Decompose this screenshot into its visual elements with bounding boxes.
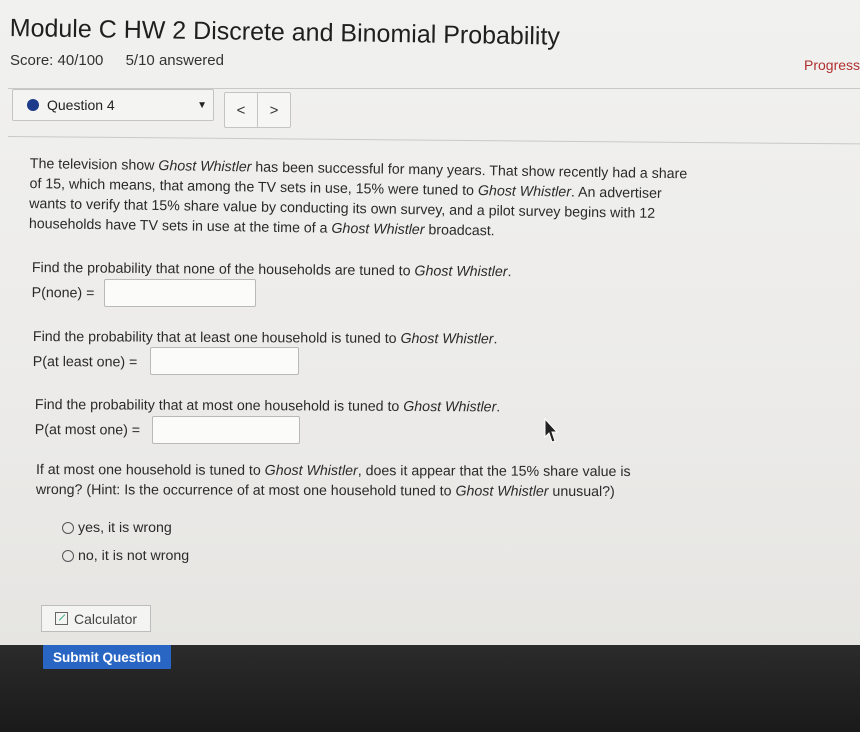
answered-text: 5/10 answered <box>125 52 224 69</box>
score-line: Score: 40/100 5/10 answered <box>10 52 242 69</box>
calculator-icon <box>54 612 68 625</box>
problem-statement: The television show Ghost Whistler has b… <box>28 155 688 240</box>
next-question-button[interactable]: > <box>257 93 290 127</box>
show-name: Ghost Whistler <box>331 220 425 239</box>
radio-icon[interactable] <box>62 522 74 534</box>
radio-option-no[interactable]: no, it is not wrong <box>62 548 189 564</box>
p-at-most-one-input[interactable] <box>152 416 300 444</box>
part-prompt: Find the probability that none of the ho… <box>31 260 512 281</box>
score-text: Score: 40/100 <box>10 52 104 69</box>
answer-label: P(at most one) = <box>34 421 141 439</box>
question-nav-buttons: < > <box>224 92 291 128</box>
radio-option-yes[interactable]: yes, it is wrong <box>62 520 172 536</box>
p-none-input[interactable] <box>104 279 256 307</box>
final-question: If at most one household is tuned to Gho… <box>35 462 631 501</box>
part-prompt: Find the probability that at least one h… <box>32 329 498 348</box>
question-select[interactable]: Question 4 ▼ <box>12 89 214 121</box>
p-at-least-one-input[interactable] <box>150 347 299 375</box>
part-prompt: Find the probability that at most one ho… <box>34 397 501 416</box>
radio-icon[interactable] <box>62 550 74 562</box>
question-status-dot-icon <box>27 99 39 111</box>
show-name: Ghost Whistler <box>158 158 252 176</box>
submit-question-button[interactable]: Submit Question <box>43 645 171 669</box>
show-name: Ghost Whistler <box>477 183 572 201</box>
answer-label: P(none) = <box>31 284 95 302</box>
mouse-cursor-icon <box>544 418 558 443</box>
question-select-label: Question 4 <box>47 97 115 113</box>
caret-down-icon: ▼ <box>197 100 207 111</box>
calculator-button[interactable]: Calculator <box>41 605 151 632</box>
answer-label: P(at least one) = <box>32 353 138 371</box>
progress-link[interactable]: Progress s <box>804 57 860 73</box>
previous-question-button[interactable]: < <box>225 93 257 127</box>
